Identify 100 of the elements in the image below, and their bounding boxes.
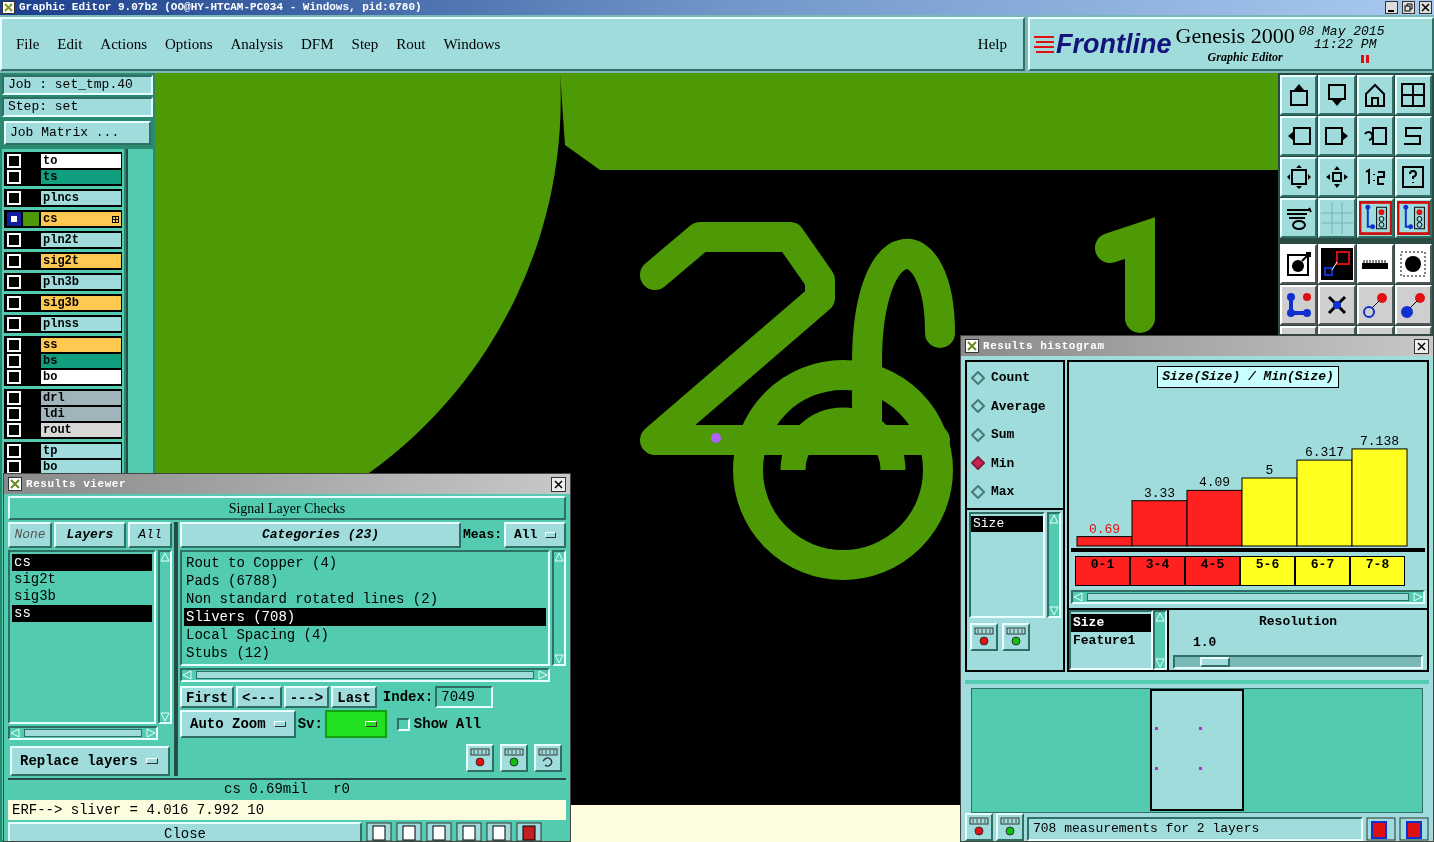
- close-icon[interactable]: [1419, 1, 1432, 14]
- list-item[interactable]: Stubs (12): [184, 644, 546, 662]
- scrollbar[interactable]: [1071, 589, 1425, 604]
- layer-row[interactable]: pln2t: [5, 232, 121, 248]
- close-icon[interactable]: [1414, 338, 1429, 354]
- index-field[interactable]: 7049: [435, 686, 494, 708]
- close-icon[interactable]: [551, 476, 566, 492]
- scroll-right-icon[interactable]: [1413, 591, 1423, 602]
- delete-button[interactable]: [970, 622, 998, 651]
- mode-radio[interactable]: Max: [971, 482, 1059, 502]
- list-item[interactable]: Pads (6788): [184, 572, 546, 590]
- toolbar-icon[interactable]: [426, 822, 452, 841]
- nav-button[interactable]: --->: [283, 686, 330, 708]
- tool-button[interactable]: [1356, 75, 1394, 115]
- tool-button[interactable]: [1356, 285, 1394, 325]
- list-item[interactable]: Feature1: [1071, 631, 1151, 650]
- layer-name[interactable]: drl: [41, 391, 121, 405]
- scrollbar[interactable]: [1153, 609, 1167, 670]
- toolbar-icon[interactable]: [396, 822, 422, 841]
- layer-name[interactable]: rout: [41, 423, 121, 437]
- undo-button[interactable]: [534, 744, 562, 772]
- tool-button[interactable]: [1280, 285, 1318, 325]
- layer-row[interactable]: bo: [5, 459, 121, 475]
- layer-row[interactable]: sig2t: [5, 253, 121, 269]
- slider-thumb[interactable]: [1199, 656, 1230, 667]
- layer-row[interactable]: cs: [5, 211, 121, 227]
- filter-tab[interactable]: Layers: [54, 522, 126, 548]
- zoom-mode-dropdown[interactable]: Auto Zoom: [180, 710, 296, 738]
- tool-button[interactable]: [1394, 157, 1432, 197]
- help-menu[interactable]: Help: [977, 32, 1007, 56]
- layer-name[interactable]: pln2t: [41, 233, 121, 247]
- list-item[interactable]: ss: [12, 605, 152, 622]
- layer-name[interactable]: sig3b: [41, 296, 121, 310]
- toolbar-icon[interactable]: [486, 822, 512, 841]
- mode-radio[interactable]: Average: [971, 396, 1059, 416]
- list-item[interactable]: Local Spacing (4): [184, 626, 546, 644]
- layer-name[interactable]: sig2t: [41, 254, 121, 268]
- pause-icon[interactable]: [1360, 53, 1371, 64]
- tool-button[interactable]: [1356, 244, 1394, 284]
- layer-row[interactable]: tp: [5, 443, 121, 459]
- menu-item[interactable]: Windows: [443, 32, 501, 56]
- layer-name[interactable]: ldi: [41, 407, 121, 421]
- layer-name[interactable]: plnss: [41, 317, 121, 331]
- scroll-up-icon[interactable]: [1049, 513, 1059, 524]
- menu-item[interactable]: File: [16, 32, 40, 56]
- layer-name[interactable]: ss: [41, 338, 121, 352]
- layer-name[interactable]: plncs: [41, 191, 121, 205]
- nav-button[interactable]: First: [180, 686, 234, 708]
- mode-radio[interactable]: Sum: [971, 425, 1059, 445]
- tool-button[interactable]: [1394, 244, 1432, 284]
- refresh-button[interactable]: [996, 813, 1024, 841]
- tool-button[interactable]: [1356, 157, 1394, 197]
- mode-radio[interactable]: Min: [971, 453, 1059, 473]
- toolbar-icon[interactable]: [366, 822, 392, 841]
- layer-row[interactable]: plnss: [5, 316, 121, 332]
- tool-button[interactable]: [1318, 116, 1356, 156]
- layer-row[interactable]: ss: [5, 337, 121, 353]
- tool-button[interactable]: [1280, 326, 1318, 334]
- list-item[interactable]: Size: [971, 515, 1043, 532]
- layer-row[interactable]: pln3b: [5, 274, 121, 290]
- layer-name[interactable]: cs: [41, 212, 121, 226]
- layer-row[interactable]: drl: [5, 390, 121, 406]
- layer-row[interactable]: bo: [5, 369, 121, 385]
- layer-row[interactable]: ldi: [5, 406, 121, 422]
- list-item[interactable]: Size: [1071, 613, 1151, 632]
- delete-button[interactable]: [466, 744, 494, 772]
- tool-button[interactable]: [1394, 285, 1432, 325]
- layer-name[interactable]: ts: [41, 170, 121, 184]
- close-button[interactable]: Close: [8, 822, 362, 841]
- restore-icon[interactable]: [1402, 1, 1415, 14]
- scroll-left-icon[interactable]: [1073, 591, 1083, 602]
- tool-button[interactable]: [1318, 244, 1356, 284]
- tool-button[interactable]: [1356, 326, 1394, 334]
- radio-icon[interactable]: [971, 427, 985, 442]
- color-dropdown[interactable]: [324, 710, 387, 738]
- tool-button[interactable]: [1394, 75, 1432, 115]
- menu-item[interactable]: DFM: [301, 32, 334, 56]
- layer-name[interactable]: to: [41, 154, 121, 168]
- radio-icon[interactable]: [971, 399, 985, 414]
- menu-item[interactable]: Analysis: [230, 32, 284, 56]
- list-item[interactable]: cs: [12, 554, 152, 571]
- histogram-icon[interactable]: [1399, 817, 1429, 841]
- tool-button[interactable]: [1280, 157, 1318, 197]
- layer-checkbox[interactable]: [7, 212, 21, 226]
- meas-dropdown[interactable]: All: [504, 522, 566, 548]
- layer-row[interactable]: rout: [5, 422, 121, 438]
- filter-tab[interactable]: All: [128, 522, 172, 548]
- layer-name[interactable]: pln3b: [41, 275, 121, 289]
- tool-button[interactable]: [1318, 326, 1356, 334]
- mode-radio[interactable]: Count: [971, 368, 1059, 388]
- tool-button[interactable]: [1394, 198, 1432, 238]
- toolbar-icon[interactable]: [456, 822, 482, 841]
- tool-button[interactable]: [1280, 75, 1318, 115]
- layer-name[interactable]: tp: [41, 444, 121, 458]
- refresh-button[interactable]: [500, 744, 528, 772]
- menu-item[interactable]: Actions: [100, 32, 147, 56]
- radio-icon[interactable]: [971, 456, 985, 471]
- tool-button[interactable]: [1356, 198, 1394, 238]
- tool-button[interactable]: [1394, 116, 1432, 156]
- list-item[interactable]: sig2t: [12, 571, 152, 588]
